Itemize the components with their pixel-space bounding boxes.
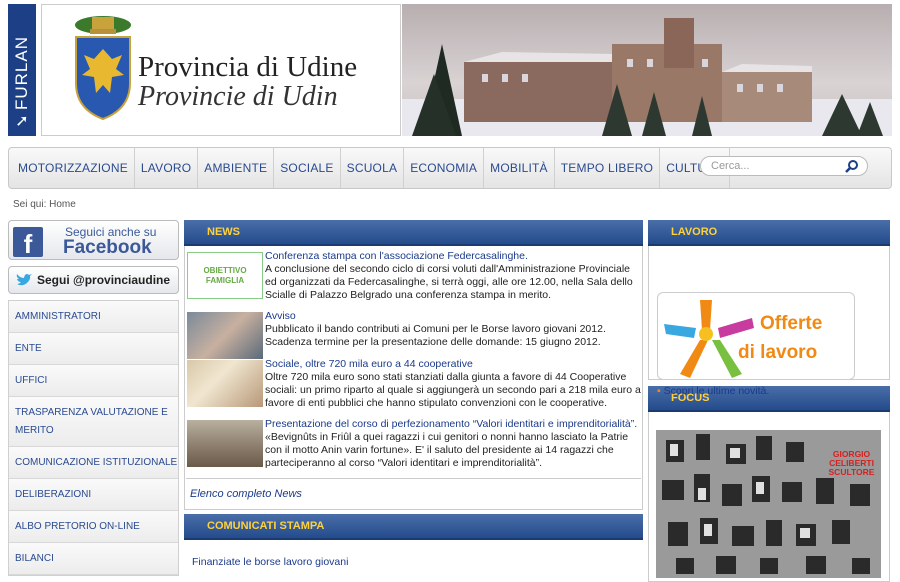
lavoro-box: Offerte di lavoro ▪ Scopri le ultime nov… — [648, 246, 890, 397]
sidebar-item-uffici[interactable]: UFFICI — [9, 365, 178, 397]
news-title-link[interactable]: Presentazione del corso di perfezionamen… — [265, 418, 641, 431]
nav-item-sociale[interactable]: SOCIALE — [274, 148, 341, 188]
focus-image-label: GIORGIO CELIBERTI SCULTORE — [828, 449, 875, 477]
furlan-label: FURLAN — [12, 35, 31, 110]
offerte-logo-icon — [664, 300, 754, 378]
twitter-label: Segui @provinciaudine — [37, 273, 171, 287]
nav-item-mobilita[interactable]: MOBILITÀ — [484, 148, 555, 188]
search-placeholder: Cerca... — [711, 160, 750, 172]
province-crest-icon — [75, 16, 131, 121]
site-header: FURLAN ➚ Provincia di Udine Provincie di… — [8, 4, 892, 138]
news-item: Avviso Pubblicato il bando contributi ai… — [186, 310, 641, 359]
news-body: «Bevignûts in Friûl a quei ragazzi i cui… — [265, 431, 629, 469]
news-header: NEWS — [184, 220, 643, 246]
sidebar-item-comunicazione[interactable]: COMUNICAZIONE ISTITUZIONALE — [9, 447, 178, 479]
main-navigation: MOTORIZZAZIONE LAVORO AMBIENTE SOCIALE S… — [8, 147, 892, 189]
header-photo-castle — [402, 4, 892, 136]
news-title-link[interactable]: Sociale, oltre 720 mila euro a 44 cooper… — [265, 358, 641, 371]
home-logo-link[interactable]: Provincia di Udine Provincie di Udin — [41, 4, 401, 136]
news-thumbnail[interactable] — [187, 360, 263, 407]
nav-item-lavoro[interactable]: LAVORO — [135, 148, 199, 188]
news-title-link[interactable]: Conferenza stampa con l'associazione Fed… — [265, 250, 641, 263]
breadcrumb: Sei qui: Home — [13, 199, 76, 210]
focus-image[interactable]: GIORGIO CELIBERTI SCULTORE — [656, 430, 881, 578]
right-sidebar: LAVORO Offerte di lavoro ▪ Scopri le ult… — [648, 220, 890, 582]
scopri-link[interactable]: ▪ Scopri le ultime novità. — [657, 385, 769, 397]
sidebar-item-albo-pretorio[interactable]: ALBO PRETORIO ON-LINE — [9, 511, 178, 543]
news-item: Sociale, oltre 720 mila euro a 44 cooper… — [186, 358, 641, 410]
comunicato-link[interactable]: Finanziate le borse lavoro giovani — [184, 540, 643, 568]
twitter-bird-icon — [16, 274, 32, 286]
sidebar-item-amministratori[interactable]: AMMINISTRATORI — [9, 301, 178, 333]
sidebar-item-bilanci[interactable]: BILANCI — [9, 543, 178, 575]
left-sidebar: f Seguici anche su Facebook Segui @provi… — [8, 220, 179, 576]
facebook-line2: Facebook — [63, 237, 152, 258]
main-content: NEWS OBIETTIVO FAMIGLIA Conferenza stamp… — [184, 220, 643, 568]
nav-item-ambiente[interactable]: AMBIENTE — [198, 148, 275, 188]
nav-item-motorizzazione[interactable]: MOTORIZZAZIONE — [9, 148, 135, 188]
site-title-italian: Provincia di Udine — [138, 51, 358, 83]
arrow-icon: ➚ — [15, 113, 29, 130]
bullet-icon: ▪ — [657, 385, 664, 397]
news-body: Oltre 720 mila euro sono stati stanziati… — [265, 371, 641, 409]
sidebar-item-deliberazioni[interactable]: DELIBERAZIONI — [9, 479, 178, 511]
nav-item-scuola[interactable]: SCUOLA — [341, 148, 405, 188]
sidebar-item-ente[interactable]: ENTE — [9, 333, 178, 365]
twitter-follow-button[interactable]: Segui @provinciaudine — [8, 266, 179, 294]
facebook-follow-button[interactable]: f Seguici anche su Facebook — [8, 220, 179, 260]
offerte-line2: di lavoro — [738, 342, 818, 363]
news-thumbnail[interactable] — [187, 420, 263, 467]
news-body: Pubblicato il bando contributi ai Comuni… — [265, 323, 606, 348]
news-title-link[interactable]: Avviso — [265, 310, 641, 323]
focus-box: GIORGIO CELIBERTI SCULTORE — [648, 412, 890, 582]
news-item: OBIETTIVO FAMIGLIA Conferenza stampa con… — [186, 250, 641, 302]
news-body: A conclusione del secondo ciclo di corsi… — [265, 263, 633, 301]
all-news-link[interactable]: Elenco completo News — [186, 478, 641, 509]
facebook-icon: f — [13, 227, 43, 259]
site-title-friulian: Provincie di Udin — [138, 81, 338, 112]
sidebar-menu: AMMINISTRATORI ENTE UFFICI TRASPARENZA V… — [8, 300, 179, 576]
news-thumbnail[interactable] — [187, 312, 263, 359]
news-item: Presentazione del corso di perfezionamen… — [186, 418, 641, 470]
nav-item-tempo-libero[interactable]: TEMPO LIBERO — [555, 148, 661, 188]
search-icon[interactable] — [845, 159, 859, 173]
sidebar-item-trasparenza[interactable]: TRASPARENZA VALUTAZIONE E MERITO — [9, 397, 178, 447]
news-list: OBIETTIVO FAMIGLIA Conferenza stampa con… — [184, 246, 643, 510]
furlan-language-button[interactable]: FURLAN ➚ — [8, 4, 36, 136]
offerte-lavoro-banner[interactable]: Offerte di lavoro — [657, 292, 855, 380]
comunicati-header: COMUNICATI STAMPA — [184, 514, 643, 540]
news-thumbnail-obiettivo-famiglia[interactable]: OBIETTIVO FAMIGLIA — [187, 252, 263, 299]
offerte-line1: Offerte — [760, 313, 823, 334]
scopri-label: Scopri le ultime novità. — [663, 385, 770, 397]
nav-item-economia[interactable]: ECONOMIA — [404, 148, 485, 188]
lavoro-header: LAVORO — [648, 220, 890, 246]
thumbnail-text: OBIETTIVO FAMIGLIA — [203, 265, 247, 285]
search-input[interactable]: Cerca... — [700, 156, 868, 176]
